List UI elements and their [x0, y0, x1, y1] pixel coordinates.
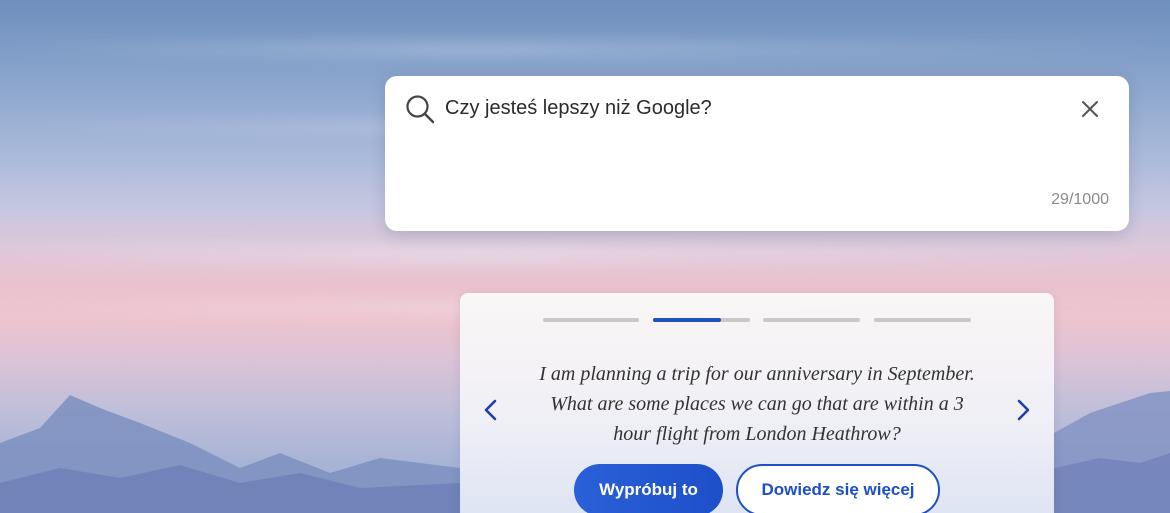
cloud — [0, 40, 1170, 58]
carousel-indicator[interactable] — [543, 318, 639, 322]
chevron-left-icon[interactable] — [480, 397, 502, 423]
carousel-indicator[interactable] — [874, 318, 971, 322]
character-counter: 29/1000 — [1051, 191, 1109, 208]
carousel-indicator-active[interactable] — [653, 318, 750, 322]
learn-more-button[interactable]: Dowiedz się więcej — [736, 464, 940, 513]
cloud — [0, 245, 1170, 265]
background-scene: Czy jesteś lepszy niż Google? 29/1000 I … — [0, 0, 1170, 513]
close-icon[interactable] — [1077, 96, 1103, 122]
carousel-indicator[interactable] — [763, 318, 860, 322]
search-icon — [406, 95, 435, 124]
search-input[interactable]: Czy jesteś lepszy niż Google? — [445, 97, 712, 120]
suggestion-card: I am planning a trip for our anniversary… — [460, 293, 1054, 513]
try-it-button[interactable]: Wypróbuj to — [574, 464, 723, 513]
carousel-indicator-fill — [653, 318, 721, 322]
search-panel[interactable]: Czy jesteś lepszy niż Google? 29/1000 — [385, 76, 1129, 231]
suggestion-prompt: I am planning a trip for our anniversary… — [539, 363, 975, 445]
chevron-right-icon[interactable] — [1012, 397, 1034, 423]
